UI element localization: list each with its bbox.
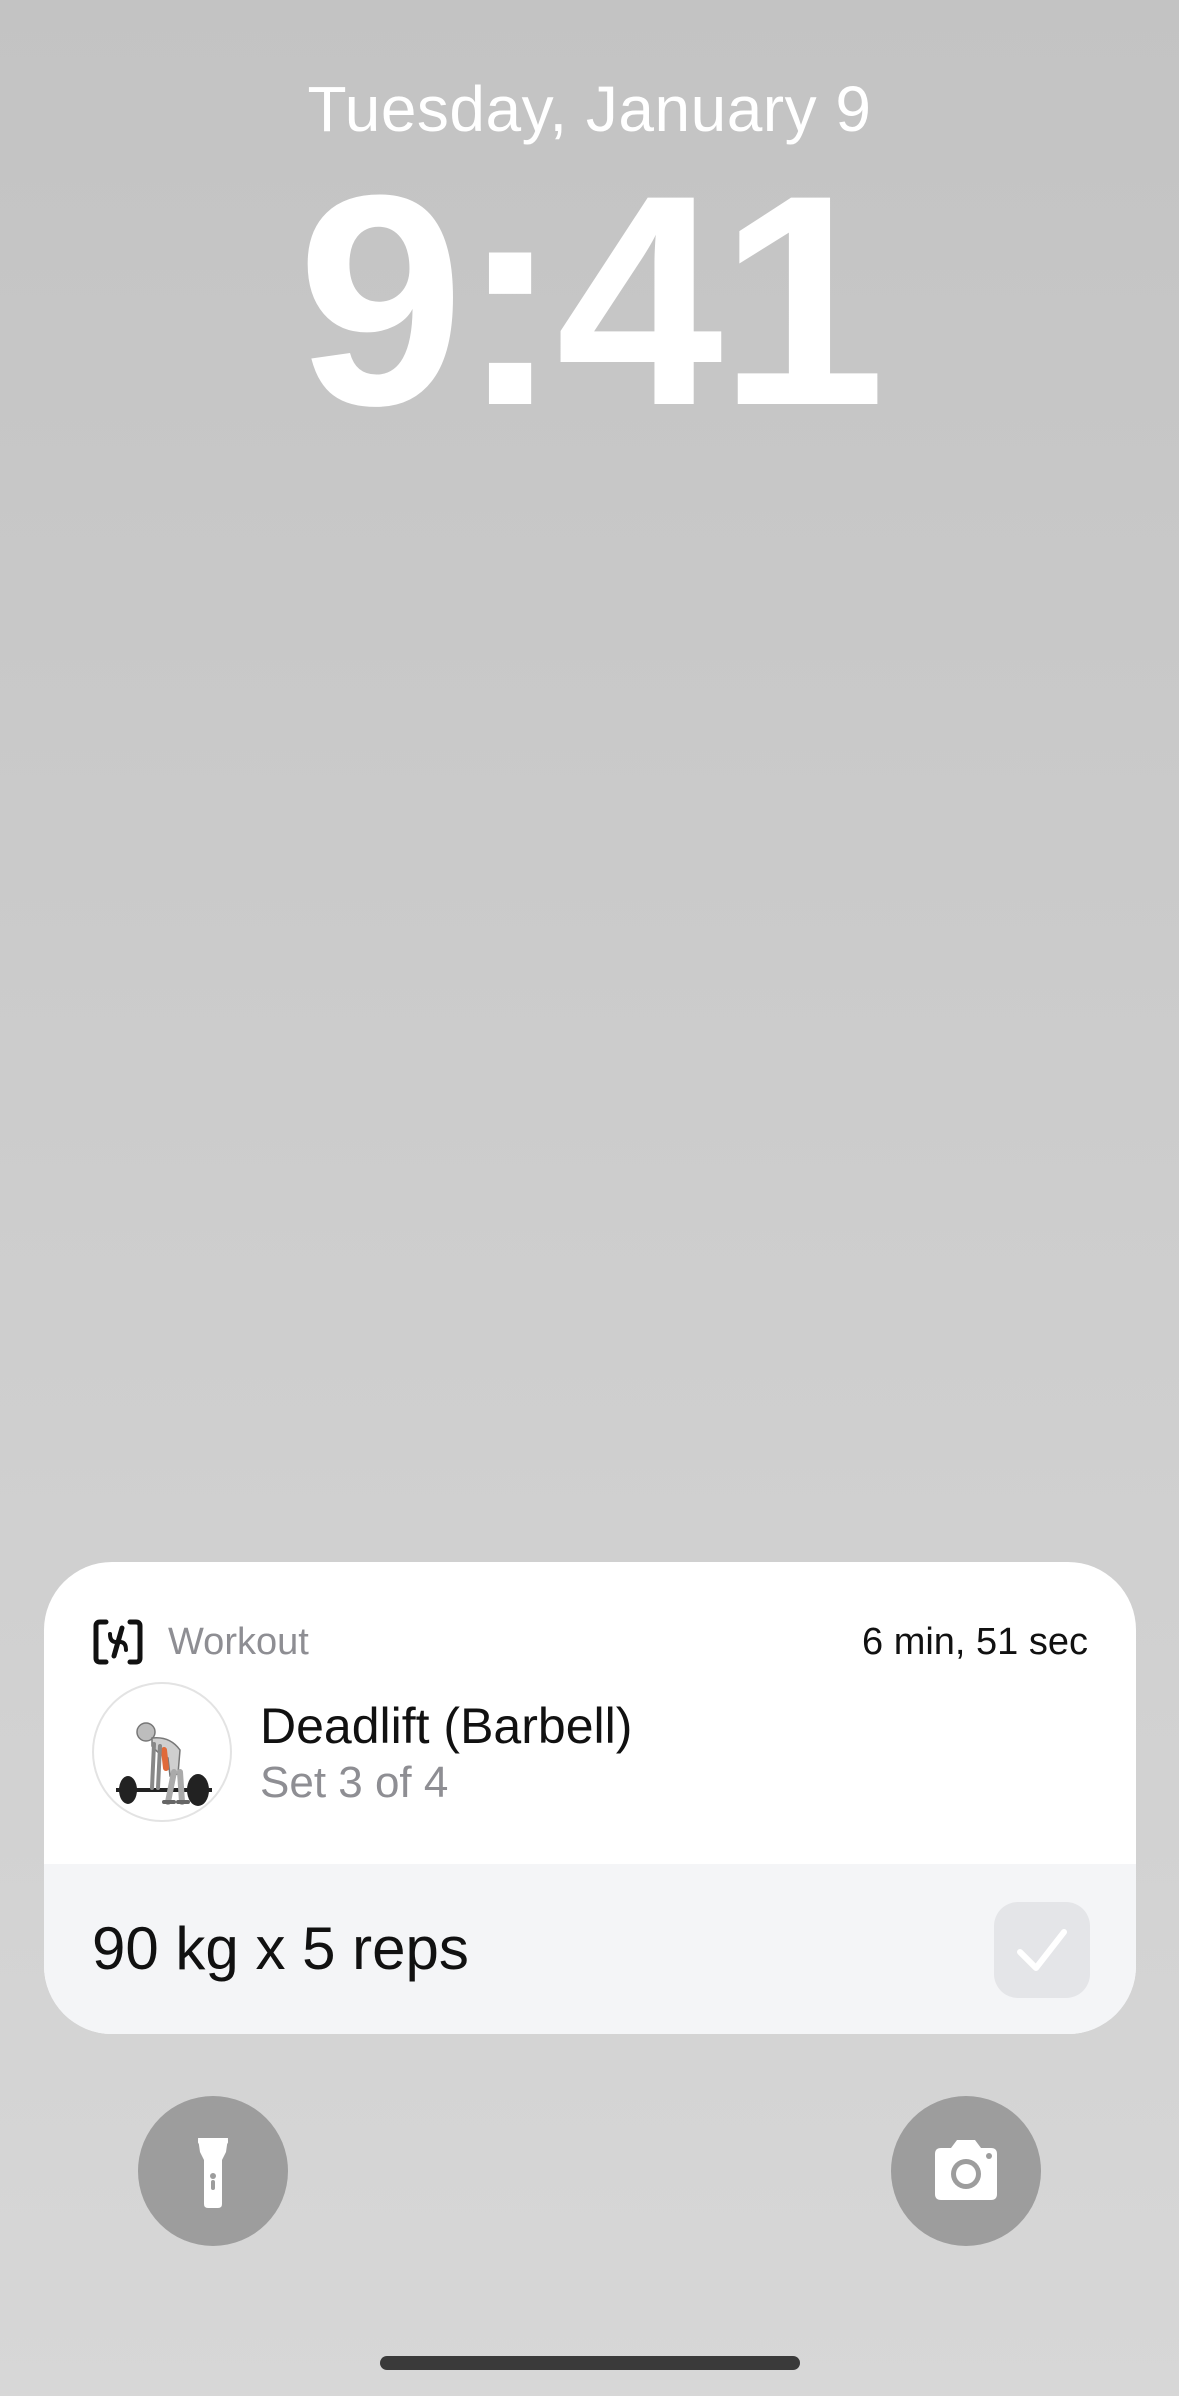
lock-time: 9:41 [297, 132, 885, 468]
elapsed-time: 6 min, 51 sec [862, 1621, 1088, 1663]
workout-live-activity[interactable]: Workout 6 min, 51 sec Deadlift (Barbell)… [44, 1562, 1136, 2034]
current-set-label: 90 kg x 5 reps [92, 1915, 469, 1982]
current-set-row: 90 kg x 5 reps [44, 1864, 1136, 2034]
hevy-app-icon [92, 1618, 144, 1666]
exercise-name: Deadlift (Barbell) [260, 1698, 633, 1754]
checkmark-icon [1017, 1929, 1067, 1971]
set-progress: Set 3 of 4 [260, 1758, 449, 1807]
home-indicator[interactable] [380, 2356, 800, 2370]
flashlight-button[interactable] [138, 2096, 288, 2246]
flashlight-icon [198, 2138, 228, 2208]
camera-icon [935, 2140, 997, 2200]
deadlift-icon [116, 1722, 212, 1806]
app-name: Workout [168, 1621, 309, 1663]
camera-button[interactable] [891, 2096, 1041, 2246]
exercise-thumbnail [92, 1682, 232, 1822]
widget-header: Workout 6 min, 51 sec [92, 1612, 1088, 1672]
complete-set-button[interactable] [994, 1902, 1090, 1998]
